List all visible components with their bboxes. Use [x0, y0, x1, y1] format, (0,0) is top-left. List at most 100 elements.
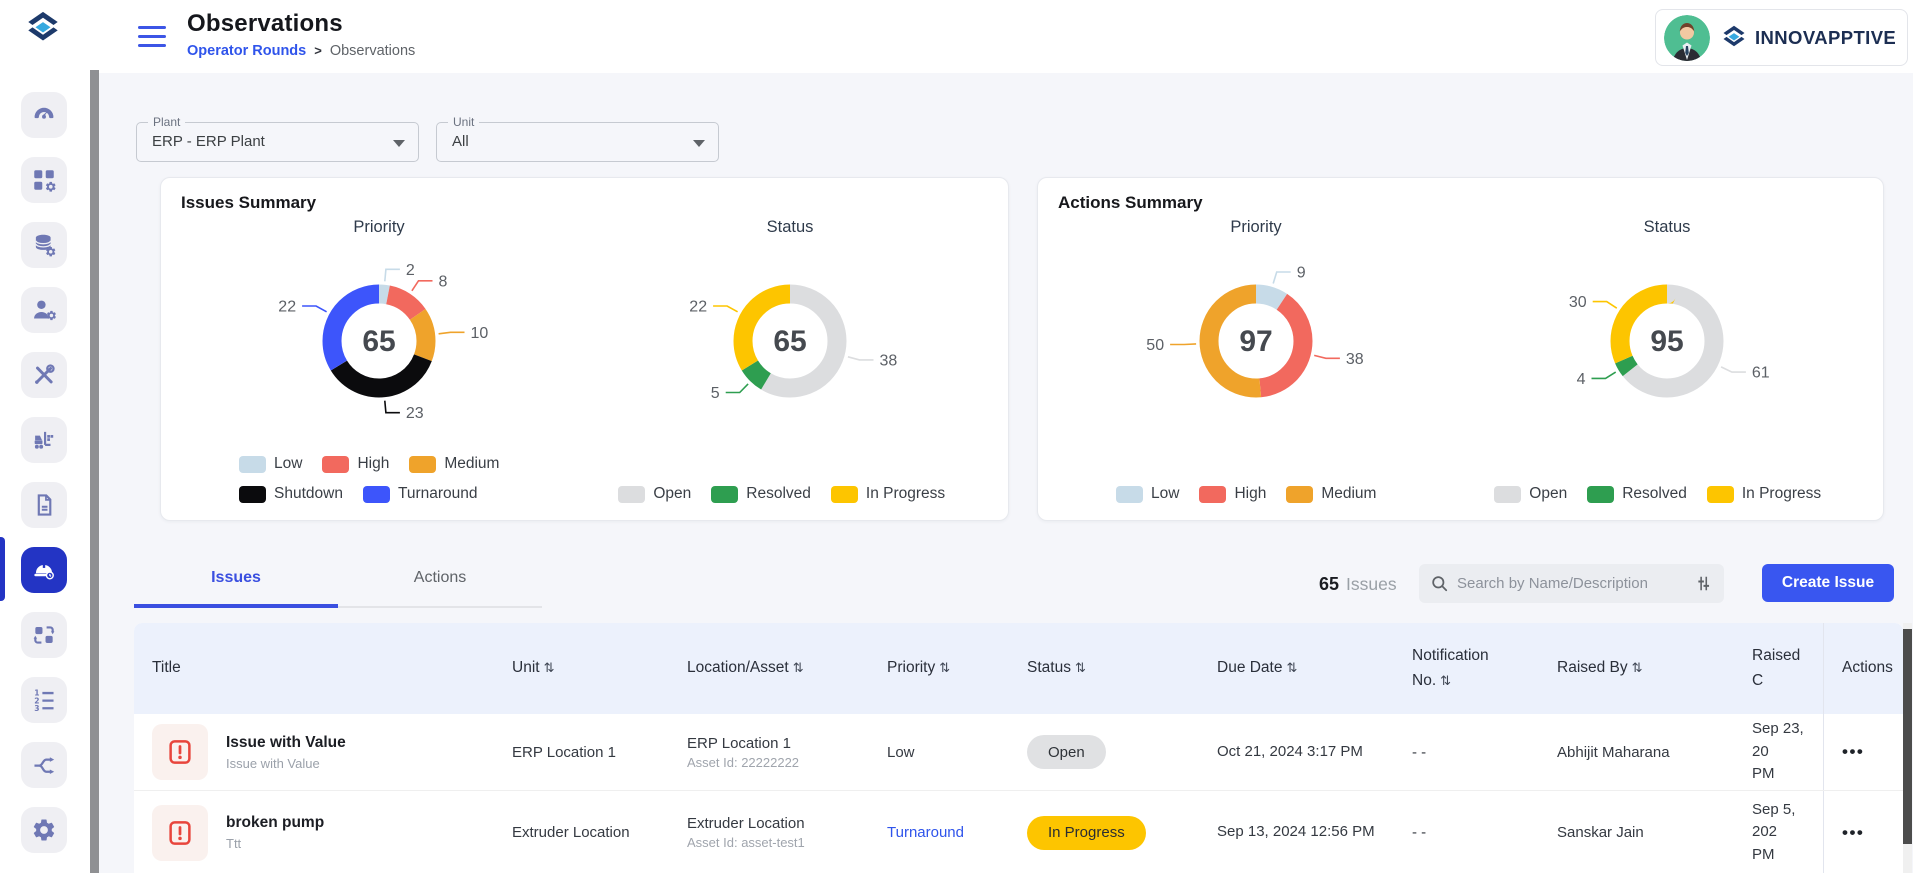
- issues-count: 65Issues: [1319, 574, 1397, 595]
- hardhat-icon: [31, 557, 57, 583]
- legend-label: Open: [653, 485, 691, 503]
- legend-label: Low: [274, 455, 302, 473]
- sidebar-scrollbar[interactable]: [90, 70, 99, 873]
- sidebar-item-database[interactable]: [21, 222, 67, 268]
- table-header-row: TitleUnit⇅Location/Asset⇅Priority⇅Status…: [134, 623, 1903, 714]
- app-logo-icon[interactable]: [22, 8, 64, 50]
- raised-by-cell: Abhijit Maharana: [1539, 744, 1734, 761]
- sort-icon[interactable]: ⇅: [793, 660, 804, 675]
- row-title[interactable]: broken pump: [226, 814, 324, 832]
- plant-select[interactable]: Plant ERP - ERP Plant: [136, 122, 419, 162]
- sidebar-item-numbered-list[interactable]: 123: [21, 677, 67, 723]
- tab-actions[interactable]: Actions: [338, 569, 542, 587]
- sort-icon[interactable]: ⇅: [544, 660, 555, 675]
- title-cell: Issue with ValueIssue with Value: [134, 724, 494, 780]
- menu-icon[interactable]: [138, 26, 166, 47]
- tab-issues[interactable]: Issues: [134, 569, 338, 587]
- row-actions-menu-icon[interactable]: •••: [1842, 823, 1864, 843]
- title-block: Observations Operator Rounds>Observation…: [187, 10, 415, 59]
- table-scrollbar[interactable]: [1903, 623, 1912, 873]
- sidebar-item-document[interactable]: [21, 482, 67, 528]
- sidebar-item-settings[interactable]: [21, 807, 67, 853]
- sidebar-item-route[interactable]: [21, 742, 67, 788]
- legend-item-open[interactable]: Open: [1494, 485, 1567, 503]
- legend-item-low[interactable]: Low: [239, 455, 302, 473]
- sidebar-item-user-settings[interactable]: [21, 287, 67, 333]
- avatar[interactable]: [1664, 15, 1710, 61]
- table-row[interactable]: Issue with ValueIssue with Value ERP Loc…: [134, 714, 1903, 791]
- filter-sliders-icon[interactable]: [1694, 574, 1713, 593]
- donut-chart: 9385097: [1126, 237, 1386, 442]
- issues-count-label: Issues: [1346, 574, 1397, 594]
- notification-no-cell: - -: [1394, 744, 1539, 761]
- sidebar-item-swap[interactable]: [21, 612, 67, 658]
- legend-item-open[interactable]: Open: [618, 485, 691, 503]
- status-chart-block: Status6143095: [1537, 218, 1797, 447]
- column-header-location-asset[interactable]: Location/Asset⇅: [669, 656, 869, 681]
- column-header-due-date[interactable]: Due Date⇅: [1199, 656, 1394, 681]
- table-row[interactable]: broken pumpTtt Extruder Location Extrude…: [134, 791, 1903, 873]
- sidebar-item-forklift[interactable]: [21, 417, 67, 463]
- donut-slice-value: 22: [278, 299, 296, 316]
- status-badge: Open: [1027, 735, 1106, 769]
- legend-item-medium[interactable]: Medium: [1286, 485, 1376, 503]
- search-input[interactable]: [1457, 575, 1686, 592]
- donut-total: 95: [1650, 325, 1683, 358]
- legend-item-high[interactable]: High: [322, 455, 389, 473]
- legend-item-shutdown[interactable]: Shutdown: [239, 485, 343, 503]
- column-header-raised-by[interactable]: Raised By⇅: [1539, 656, 1734, 681]
- scrollbar-thumb[interactable]: [1903, 629, 1912, 844]
- legend-item-in-progress[interactable]: In Progress: [831, 485, 945, 503]
- column-header-priority[interactable]: Priority⇅: [869, 656, 1009, 681]
- legend-swatch-icon: [322, 456, 349, 473]
- legend-item-resolved[interactable]: Resolved: [711, 485, 811, 503]
- legend-item-resolved[interactable]: Resolved: [1587, 485, 1687, 503]
- legend-item-turnaround[interactable]: Turnaround: [363, 485, 478, 503]
- row-actions-menu-icon[interactable]: •••: [1842, 742, 1864, 762]
- priority-legend: Low High Medium: [1116, 485, 1451, 503]
- raised-by-cell: Sanskar Jain: [1539, 824, 1734, 841]
- column-header-unit[interactable]: Unit⇅: [494, 656, 669, 681]
- legend-item-in-progress[interactable]: In Progress: [1707, 485, 1821, 503]
- breadcrumb-parent-link[interactable]: Operator Rounds: [187, 43, 306, 59]
- legend-swatch-icon: [239, 456, 266, 473]
- scrollbar-thumb[interactable]: [90, 70, 99, 873]
- sort-icon[interactable]: ⇅: [1075, 660, 1086, 675]
- location-asset-cell: ERP Location 1Asset Id: 22222222: [669, 735, 869, 770]
- legend-item-high[interactable]: High: [1199, 485, 1266, 503]
- legend-item-medium[interactable]: Medium: [409, 455, 499, 473]
- column-header-status[interactable]: Status⇅: [1009, 656, 1199, 681]
- legend-label: Open: [1529, 485, 1567, 503]
- brand-logo-icon: [1719, 23, 1749, 53]
- donut-total: 97: [1239, 325, 1272, 358]
- sidebar-item-hardhat[interactable]: [21, 547, 67, 593]
- sort-icon[interactable]: ⇅: [939, 660, 950, 675]
- priority-cell: Low: [869, 744, 1009, 761]
- unit-select[interactable]: Unit All: [436, 122, 719, 162]
- legend-swatch-icon: [831, 486, 858, 503]
- create-issue-button[interactable]: Create Issue: [1762, 564, 1894, 602]
- sort-icon[interactable]: ⇅: [1440, 673, 1451, 688]
- chevron-down-icon: [693, 140, 705, 147]
- actions-summary-card: Actions SummaryPriority9385097Status6143…: [1037, 177, 1884, 521]
- donut-slice-value: 4: [1577, 371, 1586, 388]
- donut-total: 65: [362, 325, 395, 358]
- donut-total: 65: [773, 325, 806, 358]
- swap-icon: [31, 622, 57, 648]
- user-card[interactable]: INNOVAPPTIVE: [1655, 9, 1908, 66]
- route-icon: [31, 752, 57, 778]
- sidebar-item-gauge[interactable]: [21, 92, 67, 138]
- column-header-notification-no-[interactable]: Notification No.⇅: [1394, 644, 1539, 694]
- sort-icon[interactable]: ⇅: [1632, 660, 1643, 675]
- legend-swatch-icon: [1286, 486, 1313, 503]
- asset-id: Asset Id: 22222222: [687, 755, 851, 770]
- raised-on-cell: Sep 23, 20 PM: [1734, 718, 1823, 786]
- sidebar-item-tools[interactable]: [21, 352, 67, 398]
- row-title[interactable]: Issue with Value: [226, 734, 346, 752]
- sort-icon[interactable]: ⇅: [1286, 660, 1297, 675]
- status-badge: In Progress: [1027, 816, 1146, 850]
- chart-title: Status: [1537, 218, 1797, 237]
- sidebar-item-modules[interactable]: [21, 157, 67, 203]
- legend-item-low[interactable]: Low: [1116, 485, 1179, 503]
- status-legend: Open Resolved In Progress: [1494, 485, 1821, 503]
